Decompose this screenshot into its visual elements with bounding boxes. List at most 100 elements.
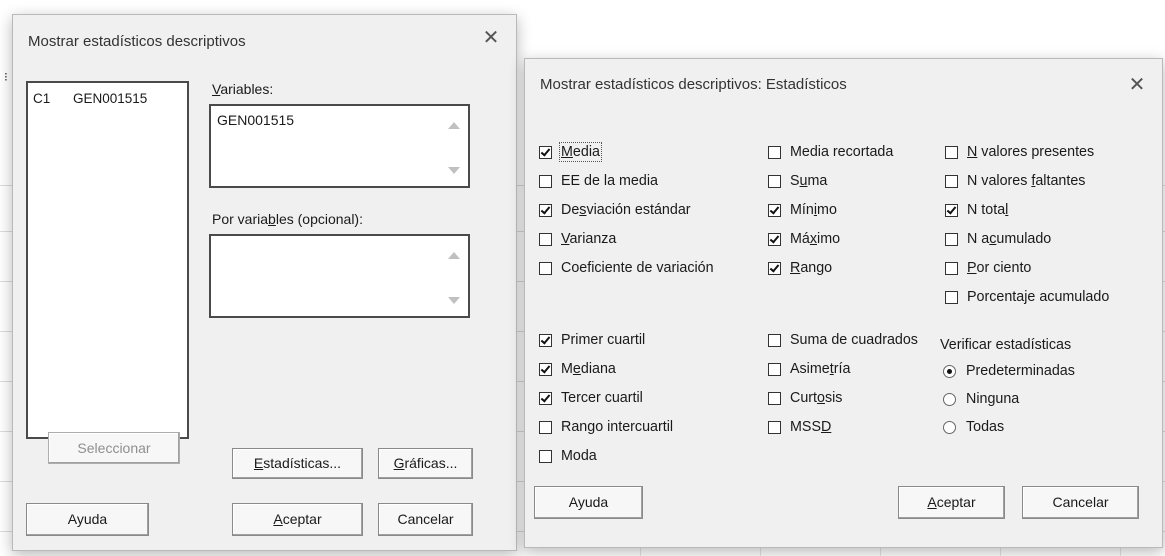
radio-0[interactable]: Predeterminadas [943, 361, 1075, 381]
checkbox-col2b-1[interactable]: Asimetría [768, 359, 850, 379]
checkbox-checked-icon[interactable] [945, 203, 958, 217]
checkbox-unchecked-icon[interactable] [945, 261, 958, 275]
checkbox-col2b-2[interactable]: Curtosis [768, 388, 842, 408]
checkbox-label: Media [559, 142, 602, 162]
checkbox-col1-2[interactable]: Desviación estándar [539, 200, 691, 220]
checkbox-label: Mediana [561, 361, 616, 377]
radio-1[interactable]: Ninguna [943, 389, 1019, 409]
help-button[interactable]: Ayuda [534, 486, 643, 519]
dialog-title: Mostrar estadísticos descriptivos [28, 33, 246, 50]
checkbox-checked-icon[interactable] [768, 261, 781, 275]
checkbox-unchecked-icon[interactable] [768, 333, 781, 347]
variables-value: GEN001515 [217, 112, 295, 128]
checkbox-label: Media recortada [790, 144, 894, 160]
graphs-button[interactable]: Gráficas... [378, 448, 473, 479]
radio-label: Predeterminadas [966, 363, 1075, 379]
checkbox-col1b-1[interactable]: Mediana [539, 359, 616, 379]
cancel-button[interactable]: Cancelar [378, 503, 473, 536]
checkbox-col2-0[interactable]: Media recortada [768, 142, 893, 162]
checkbox-col1b-2[interactable]: Tercer cuartil [539, 388, 643, 408]
variables-label: Variables: [212, 81, 274, 97]
worksheet-edge: ⁝ [4, 70, 8, 84]
checkbox-col2b-3[interactable]: MSSD [768, 417, 831, 437]
checkbox-label: Rango intercuartil [561, 419, 674, 435]
checkbox-unchecked-icon[interactable] [945, 290, 958, 304]
checkbox-unchecked-icon[interactable] [539, 261, 552, 275]
dialog-title: Mostrar estadísticos descriptivos: Estad… [540, 76, 847, 93]
checkbox-checked-icon[interactable] [539, 203, 552, 217]
checkbox-col3-1[interactable]: N valores faltantes [945, 171, 1085, 191]
checkbox-col1-4[interactable]: Coeficiente de variación [539, 258, 714, 278]
close-icon[interactable]: ✕ [1126, 74, 1148, 96]
checkbox-unchecked-icon[interactable] [768, 391, 781, 405]
checkbox-checked-icon[interactable] [539, 333, 552, 347]
column-listbox[interactable]: C1 GEN001515 [26, 81, 189, 439]
dialog-titlebar: Mostrar estadísticos descriptivos: Estad… [525, 59, 1162, 111]
checkbox-col2b-0[interactable]: Suma de cuadrados [768, 330, 918, 350]
checkbox-unchecked-icon[interactable] [539, 174, 552, 188]
checkbox-unchecked-icon[interactable] [768, 420, 781, 434]
scroll-up-icon[interactable] [448, 122, 460, 129]
checkbox-label: Curtosis [790, 390, 843, 406]
checkbox-checked-icon[interactable] [768, 203, 781, 217]
checkbox-label: Máximo [790, 231, 841, 247]
checkbox-unchecked-icon[interactable] [539, 449, 552, 463]
checkbox-col1-3[interactable]: Varianza [539, 229, 616, 249]
checkbox-label: Por ciento [967, 260, 1032, 276]
checkbox-unchecked-icon[interactable] [945, 232, 958, 246]
cancel-button[interactable]: Cancelar [1022, 486, 1139, 519]
radio-unselected-icon[interactable] [943, 420, 956, 434]
checkbox-unchecked-icon[interactable] [945, 174, 958, 188]
checkbox-label: Suma de cuadrados [790, 332, 918, 348]
checkbox-col2-1[interactable]: Suma [768, 171, 827, 191]
checkbox-unchecked-icon[interactable] [768, 174, 781, 188]
scroll-down-icon[interactable] [448, 297, 460, 304]
statistics-button[interactable]: Estadísticas... [232, 448, 363, 479]
checkbox-col3-5[interactable]: Porcentaje acumulado [945, 287, 1109, 307]
help-button[interactable]: Ayuda [26, 503, 149, 536]
checkbox-label: Mínimo [790, 202, 837, 218]
ok-button[interactable]: Aceptar [898, 486, 1005, 519]
close-icon[interactable]: ✕ [480, 27, 502, 49]
statistics-dialog: Mostrar estadísticos descriptivos: Estad… [524, 58, 1163, 548]
checkbox-checked-icon[interactable] [539, 145, 552, 159]
checkbox-col1-1[interactable]: EE de la media [539, 171, 658, 191]
checkbox-label: EE de la media [561, 173, 658, 189]
radio-label: Todas [966, 419, 1005, 435]
checkbox-label: N acumulado [967, 231, 1052, 247]
checkbox-label: MSSD [790, 419, 832, 435]
checkbox-col3-3[interactable]: N acumulado [945, 229, 1051, 249]
checkbox-col3-2[interactable]: N total [945, 200, 1008, 220]
checkbox-label: Asimetría [790, 361, 851, 377]
checkbox-col1b-4[interactable]: Moda [539, 446, 597, 466]
checkbox-col2-4[interactable]: Rango [768, 258, 832, 278]
checkbox-unchecked-icon[interactable] [945, 145, 958, 159]
ok-button[interactable]: Aceptar [232, 503, 363, 536]
checkbox-col2-3[interactable]: Máximo [768, 229, 840, 249]
radio-unselected-icon[interactable] [943, 392, 956, 406]
checkbox-col1b-3[interactable]: Rango intercuartil [539, 417, 673, 437]
scroll-down-icon[interactable] [448, 167, 460, 174]
checkbox-col3-0[interactable]: N valores presentes [945, 142, 1094, 162]
checkbox-checked-icon[interactable] [539, 362, 552, 376]
select-button[interactable]: Seleccionar [48, 432, 180, 464]
checkbox-checked-icon[interactable] [768, 232, 781, 246]
by-variables-input[interactable] [209, 234, 470, 318]
checkbox-unchecked-icon[interactable] [539, 232, 552, 246]
checkbox-col3-4[interactable]: Por ciento [945, 258, 1031, 278]
checkbox-unchecked-icon[interactable] [539, 420, 552, 434]
scroll-up-icon[interactable] [448, 252, 460, 259]
checkbox-col1b-0[interactable]: Primer cuartil [539, 330, 645, 350]
checkbox-unchecked-icon[interactable] [768, 145, 781, 159]
list-item[interactable]: C1 GEN001515 [33, 91, 147, 106]
column-name: GEN001515 [73, 91, 148, 106]
checkbox-label: Primer cuartil [561, 332, 646, 348]
radio-2[interactable]: Todas [943, 417, 1004, 437]
checkbox-label: Suma [790, 173, 828, 189]
checkbox-col2-2[interactable]: Mínimo [768, 200, 837, 220]
checkbox-checked-icon[interactable] [539, 391, 552, 405]
variables-input[interactable]: GEN001515 [209, 104, 470, 188]
checkbox-col1-0[interactable]: Media [539, 142, 602, 162]
radio-selected-icon[interactable] [943, 364, 956, 378]
checkbox-unchecked-icon[interactable] [768, 362, 781, 376]
